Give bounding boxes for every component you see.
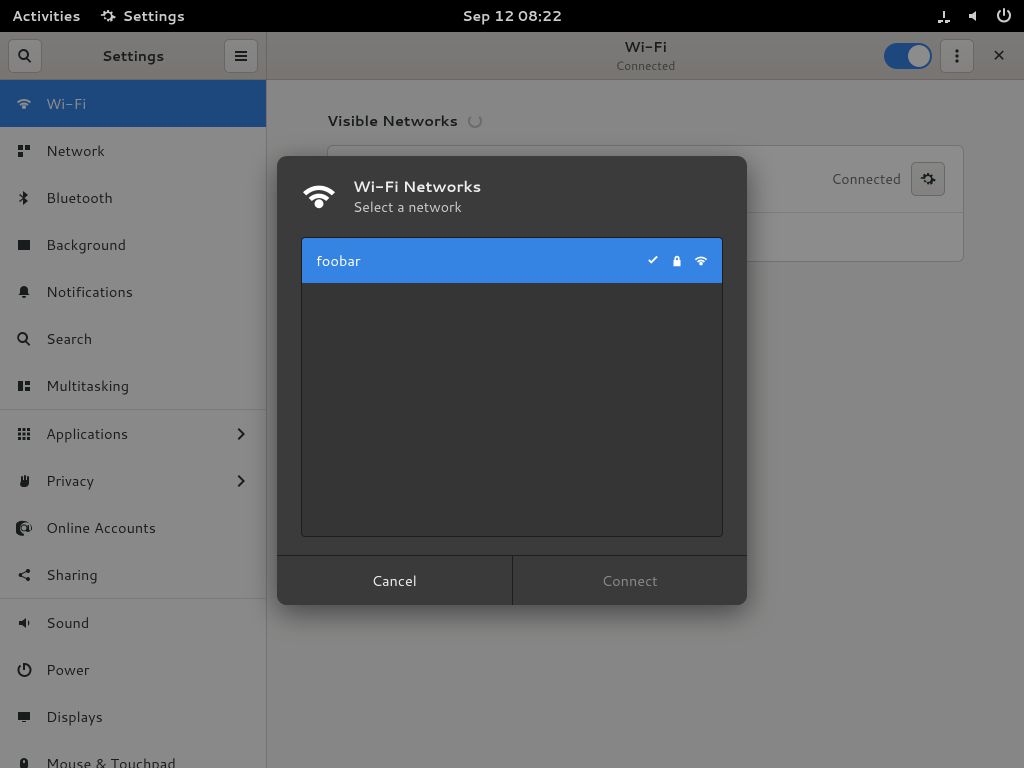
lock-icon xyxy=(670,254,684,268)
volume-status-icon[interactable] xyxy=(966,8,982,24)
dialog-network-row[interactable]: foobar xyxy=(302,238,722,283)
gnome-top-panel: Activities Settings Sep 12 08:22 xyxy=(0,0,1024,32)
wifi-networks-dialog: Wi-Fi Networks Select a network foobar C… xyxy=(277,156,747,605)
dialog-network-list: foobar xyxy=(301,237,723,537)
power-status-icon[interactable] xyxy=(996,8,1012,24)
dialog-title: Wi-Fi Networks xyxy=(353,176,481,197)
cancel-button[interactable]: Cancel xyxy=(277,556,512,605)
check-icon xyxy=(646,254,660,268)
gear-icon xyxy=(100,8,116,24)
activities-button[interactable]: Activities xyxy=(12,6,80,26)
network-status-icon[interactable] xyxy=(936,8,952,24)
dialog-subtitle: Select a network xyxy=(353,197,481,217)
dialog-network-ssid: foobar xyxy=(316,250,361,271)
clock[interactable]: Sep 12 08:22 xyxy=(462,6,562,26)
wifi-signal-icon xyxy=(694,254,708,268)
connect-button[interactable]: Connect xyxy=(512,556,748,605)
wifi-icon xyxy=(301,179,337,215)
app-menu[interactable]: Settings xyxy=(100,6,184,26)
